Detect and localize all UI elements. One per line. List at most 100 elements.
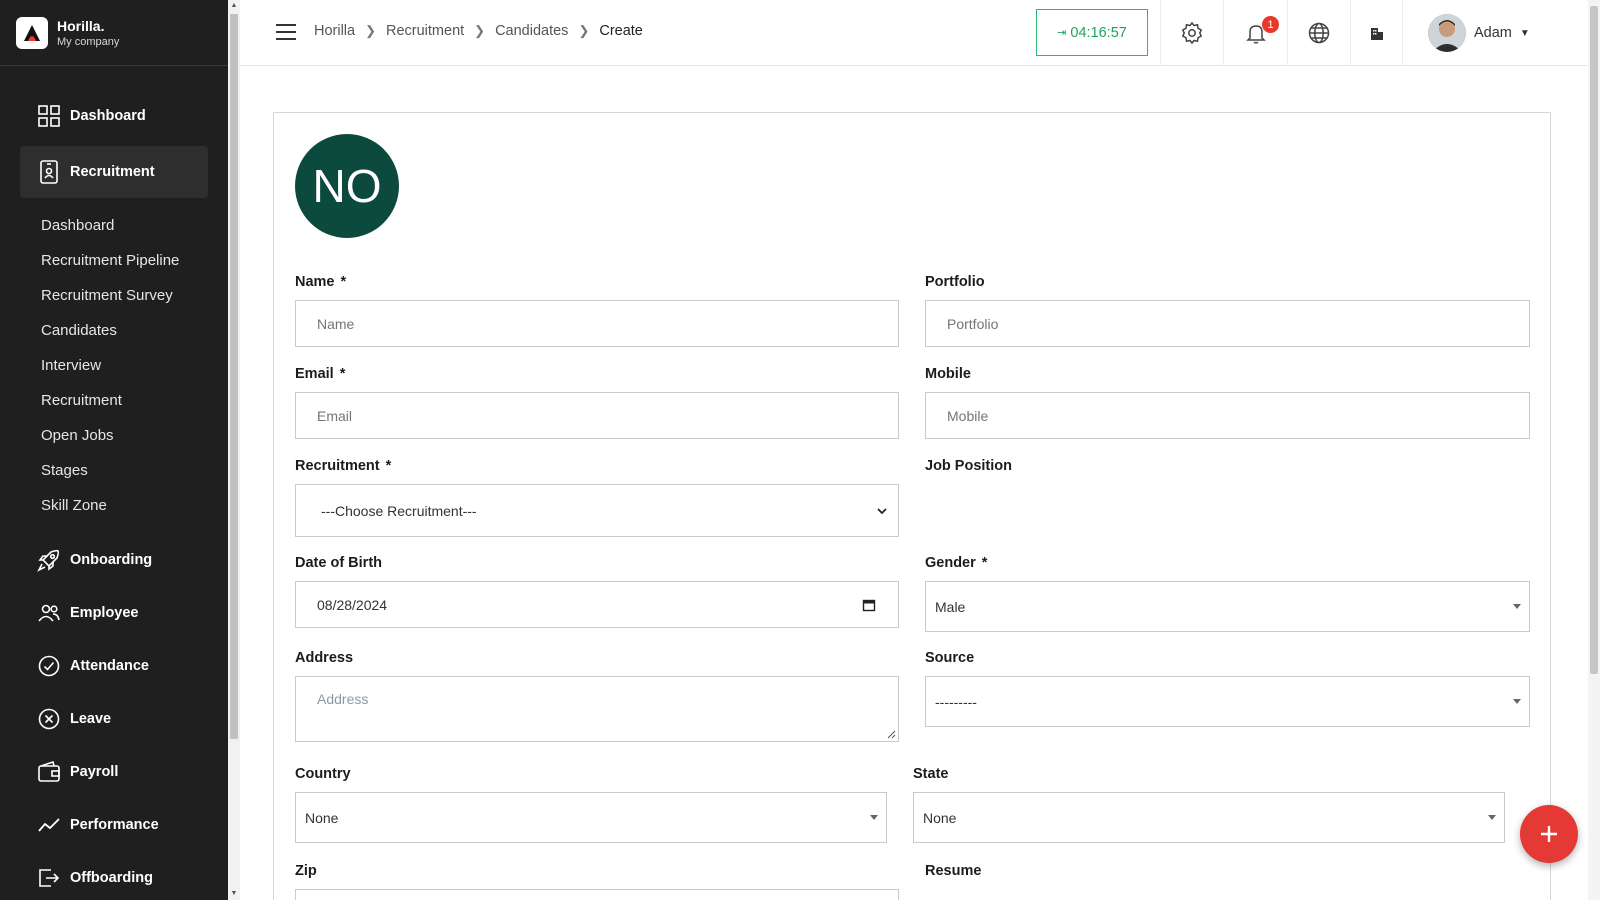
brand[interactable]: Horilla. My company	[0, 0, 228, 66]
gear-icon	[1181, 21, 1203, 44]
sidebar-item-offboarding[interactable]: Offboarding	[20, 852, 208, 900]
gender-select[interactable]: Male	[925, 581, 1530, 632]
attendance-timer-button[interactable]: ⇥ 04:16:57	[1036, 9, 1148, 56]
sidebar-item-label: Recruitment	[70, 164, 155, 180]
sidebar-subitem-dashboard[interactable]: Dashboard	[41, 217, 114, 234]
mobile-input[interactable]	[925, 392, 1530, 439]
caret-down-icon	[1513, 603, 1521, 609]
breadcrumb-recruitment[interactable]: Recruitment	[386, 23, 464, 39]
check-circle-icon	[36, 653, 62, 679]
sidebar-subitem-open-jobs[interactable]: Open Jobs	[41, 427, 114, 444]
chevron-right-icon: ❯	[578, 23, 590, 38]
scrollbar-thumb[interactable]	[230, 14, 238, 739]
sidebar-subitem-recruitment-pipeline[interactable]: Recruitment Pipeline	[41, 252, 179, 269]
hamburger-menu-icon[interactable]	[276, 24, 296, 40]
avatar	[1428, 14, 1466, 52]
header-divider	[1402, 0, 1403, 65]
resume-label: Resume	[925, 863, 982, 879]
sidebar-item-label: Onboarding	[70, 552, 153, 568]
scrollbar-thumb[interactable]	[1590, 6, 1598, 674]
portfolio-input[interactable]	[925, 300, 1530, 347]
brand-name: Horilla.	[57, 17, 105, 34]
sidebar-subitem-candidates[interactable]: Candidates	[41, 322, 117, 339]
candidate-initials-avatar: NO	[295, 134, 399, 238]
clock-in-icon: ⇥	[1057, 27, 1067, 39]
sidebar-item-employee[interactable]: Employee	[20, 587, 208, 639]
country-select[interactable]: None	[295, 792, 887, 843]
email-input[interactable]	[295, 392, 899, 439]
x-circle-icon	[36, 706, 62, 732]
people-icon	[36, 600, 62, 626]
country-label: Country	[295, 766, 351, 782]
candidate-form-card: NO Name* Portfolio Email* Mobile Recruit…	[273, 112, 1551, 900]
sidebar-subitem-recruitment-survey[interactable]: Recruitment Survey	[41, 287, 173, 304]
sidebar-subitem-skill-zone[interactable]: Skill Zone	[41, 497, 107, 514]
scroll-up-arrow-icon[interactable]: ▲	[228, 0, 240, 12]
language-button[interactable]	[1287, 0, 1350, 65]
chevron-right-icon: ❯	[474, 23, 486, 38]
dob-label: Date of Birth	[295, 555, 382, 571]
breadcrumb: Horilla ❯ Recruitment ❯ Candidates ❯ Cre…	[314, 23, 643, 39]
sidebar-item-label: Offboarding	[70, 870, 153, 886]
horilla-logo-icon	[16, 16, 48, 49]
recruitment-icon	[36, 159, 62, 185]
calendar-icon[interactable]	[862, 598, 876, 612]
zip-input[interactable]	[295, 889, 899, 900]
breadcrumb-horilla[interactable]: Horilla	[314, 23, 355, 39]
state-select[interactable]: None	[913, 792, 1505, 843]
gender-label: Gender *	[925, 555, 988, 571]
user-name: Adam	[1474, 25, 1512, 41]
page-scrollbar[interactable]	[1588, 0, 1600, 900]
dob-input[interactable]: 08/28/2024	[295, 581, 899, 628]
resize-handle-icon[interactable]	[887, 730, 896, 739]
exit-icon	[36, 865, 62, 891]
notification-badge: 1	[1262, 16, 1279, 33]
building-icon	[1370, 27, 1383, 40]
company-switch-button[interactable]	[1350, 0, 1402, 65]
sidebar-item-label: Payroll	[70, 764, 119, 780]
recruitment-select[interactable]: ---Choose Recruitment---	[295, 484, 899, 537]
address-label: Address	[295, 650, 354, 666]
zip-label: Zip	[295, 863, 317, 879]
sidebar-item-label: Attendance	[70, 658, 149, 674]
chevron-right-icon: ❯	[365, 23, 376, 38]
sidebar-item-leave[interactable]: Leave	[20, 693, 208, 745]
sidebar: Horilla. My company Dashboard Recruitmen…	[0, 0, 228, 900]
state-label: State	[913, 766, 949, 782]
email-label: Email *	[295, 366, 346, 382]
add-floating-button[interactable]	[1520, 805, 1578, 863]
sidebar-item-payroll[interactable]: Payroll	[20, 746, 208, 798]
sidebar-subitem-interview[interactable]: Interview	[41, 357, 101, 374]
sidebar-item-recruitment[interactable]: Recruitment	[20, 146, 208, 198]
plus-icon	[1541, 826, 1557, 842]
breadcrumb-create: Create	[599, 23, 643, 39]
source-label: Source	[925, 650, 975, 666]
sidebar-subitem-stages[interactable]: Stages	[41, 462, 88, 479]
mobile-label: Mobile	[925, 366, 971, 382]
sidebar-item-label: Performance	[70, 817, 159, 833]
sidebar-item-dashboard[interactable]: Dashboard	[20, 90, 208, 142]
user-menu[interactable]: Adam ▼	[1428, 14, 1530, 52]
caret-down-icon: ▼	[1519, 27, 1530, 39]
breadcrumb-candidates[interactable]: Candidates	[495, 23, 568, 39]
sidebar-item-label: Employee	[70, 605, 139, 621]
scroll-down-arrow-icon[interactable]: ▼	[228, 888, 240, 900]
sidebar-item-attendance[interactable]: Attendance	[20, 640, 208, 692]
trend-icon	[36, 812, 62, 838]
globe-icon	[1308, 22, 1330, 43]
sidebar-subitem-recruitment[interactable]: Recruitment	[41, 392, 122, 409]
source-select[interactable]: ---------	[925, 676, 1530, 727]
address-textarea[interactable]: Address	[295, 676, 899, 742]
brand-company: My company	[57, 35, 120, 48]
rocket-icon	[36, 547, 62, 573]
notifications-button[interactable]: 1	[1223, 0, 1287, 65]
name-input[interactable]	[295, 300, 899, 347]
settings-button[interactable]	[1160, 0, 1223, 65]
sidebar-item-performance[interactable]: Performance	[20, 799, 208, 851]
caret-down-icon	[870, 814, 878, 820]
sidebar-item-onboarding[interactable]: Onboarding	[20, 534, 208, 586]
recruitment-label: Recruitment *	[295, 458, 392, 474]
name-label: Name *	[295, 274, 347, 290]
caret-down-icon	[1488, 814, 1496, 820]
sidebar-scrollbar[interactable]: ▲ ▼	[228, 0, 240, 900]
